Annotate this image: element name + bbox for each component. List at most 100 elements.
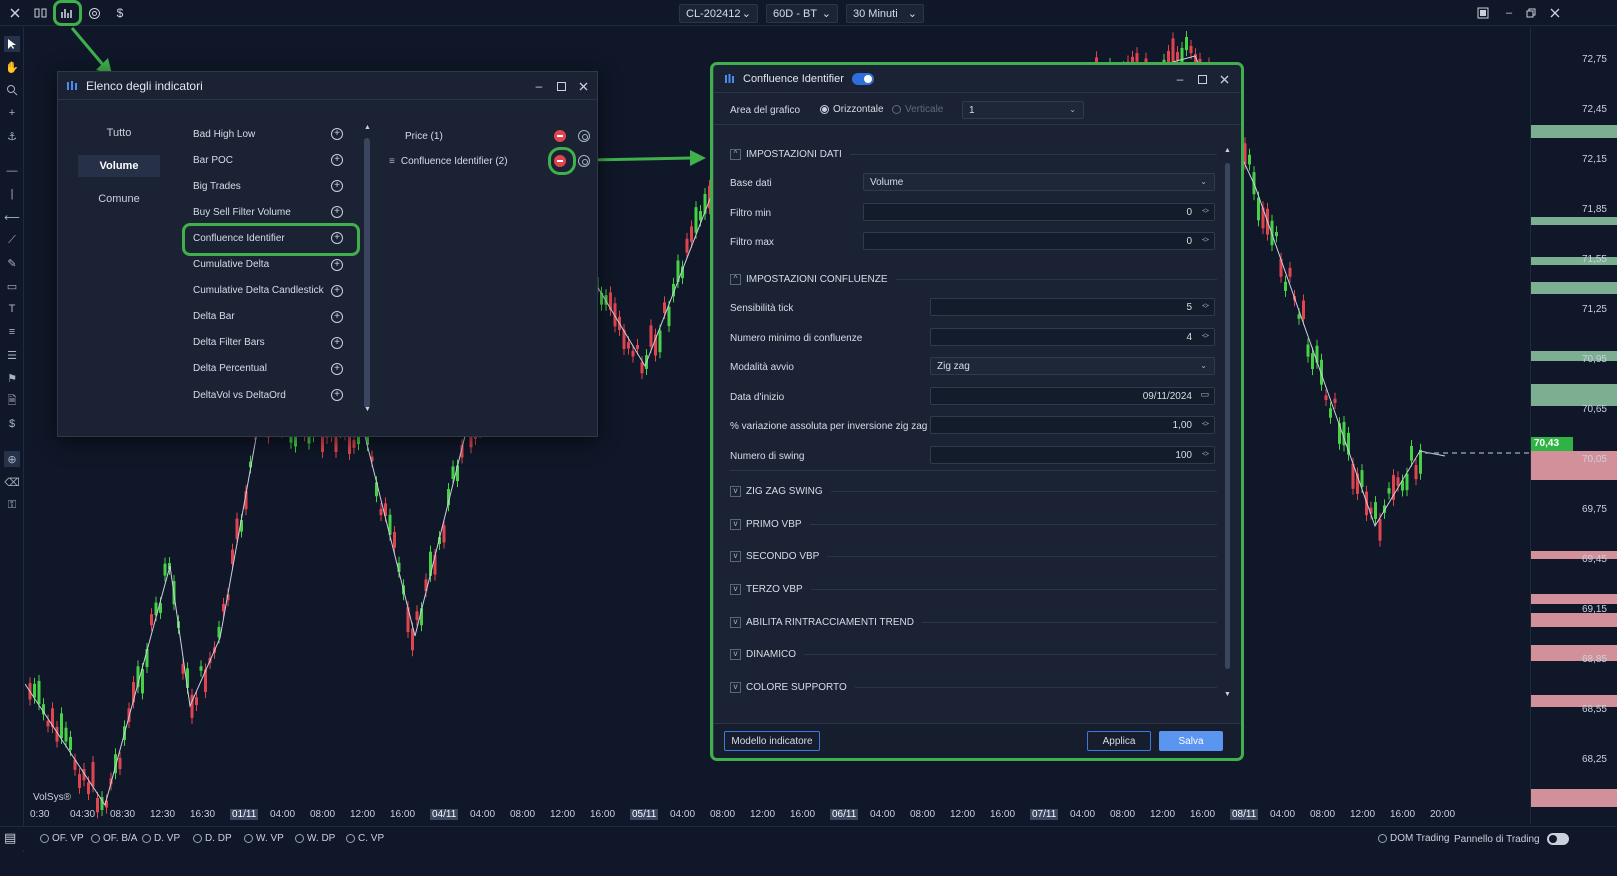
time-axis[interactable]: 0:30 04:30 08:30 12:30 16:30 01/11 04:00 08:00 1… xyxy=(25,806,1530,824)
minimize-icon[interactable]: – xyxy=(532,79,546,93)
horizontal-line-icon[interactable]: — xyxy=(4,163,20,179)
modalita-select[interactable]: Zig zag ⌄ xyxy=(930,357,1215,375)
section-impostazioni-confluenze[interactable]: ^ IMPOSTAZIONI CONFLUENZE xyxy=(730,271,1217,287)
template-button[interactable]: Modello indicatore xyxy=(724,731,820,751)
minimize-icon[interactable]: – xyxy=(1173,72,1187,86)
confluence-titlebar[interactable]: Confluence Identifier – xyxy=(714,65,1241,93)
range-select[interactable]: 60D - BT ⌄ xyxy=(766,4,838,23)
scroll-up-icon[interactable]: ▲ xyxy=(1224,147,1231,154)
layout-icon[interactable] xyxy=(31,3,51,23)
close-icon[interactable] xyxy=(5,3,25,23)
indicator-list-item[interactable]: Cumulative Delta Candlestick + xyxy=(185,280,351,302)
vertical-line-icon[interactable]: | xyxy=(4,186,20,202)
cursor-icon[interactable] xyxy=(4,36,20,52)
numero-swing-input[interactable]: 100 ︿ ﹀ xyxy=(930,446,1215,464)
filtro-max-input[interactable]: 0 ︿ ﹀ xyxy=(863,232,1215,250)
indicator-list-item[interactable]: Bad High Low + xyxy=(185,123,351,145)
rectangle-icon[interactable]: ▭ xyxy=(4,278,20,294)
anchor-icon[interactable]: ⚓ xyxy=(4,128,20,144)
price-scale[interactable]: 72,75 72,45 72,15 71,85 71,55 71,25 70,95 70,65… xyxy=(1530,27,1617,824)
add-circle-icon[interactable]: + xyxy=(331,128,343,140)
sensibilita-input[interactable]: 5 ︿ ﹀ xyxy=(930,298,1215,316)
add-circle-icon[interactable]: + xyxy=(331,180,343,193)
spinner-icon[interactable]: ︿ ﹀ xyxy=(1202,300,1209,313)
indicator-list-item[interactable]: Delta Bar + xyxy=(185,306,351,328)
add-circle-icon[interactable]: + xyxy=(331,362,343,375)
indicator-list-item[interactable]: Cumulative Delta + xyxy=(185,254,351,276)
scroll-down-icon[interactable]: ▼ xyxy=(1224,691,1231,698)
indicators-window-titlebar[interactable]: Elenco degli indicatori – xyxy=(58,72,597,100)
chart-area-select[interactable]: 1 ⌄ xyxy=(962,101,1084,119)
eraser-icon[interactable]: ⌫ xyxy=(4,474,20,490)
variazione-input[interactable]: 1,00 ︿ ﹀ xyxy=(930,416,1215,434)
trading-panel-toggle[interactable]: Pannello di Trading xyxy=(1454,833,1569,845)
pencil-icon[interactable]: ✎ xyxy=(4,255,20,271)
restore-icon[interactable] xyxy=(1521,3,1541,23)
profile-toggle[interactable]: D. DP xyxy=(193,833,232,844)
apply-button[interactable]: Applica xyxy=(1087,731,1151,751)
gear-icon[interactable] xyxy=(578,130,590,142)
spinner-icon[interactable]: ︿ ﹀ xyxy=(1202,418,1209,431)
spinner-icon[interactable]: ︿ ﹀ xyxy=(1202,448,1209,461)
add-circle-icon[interactable]: + xyxy=(331,284,343,297)
numero-min-input[interactable]: 4 ︿ ﹀ xyxy=(930,328,1215,346)
scroll-thumb[interactable] xyxy=(1225,163,1230,669)
maximize-icon[interactable] xyxy=(1195,72,1209,86)
calendar-icon[interactable]: ▭ xyxy=(1200,390,1209,399)
zoom-icon[interactable] xyxy=(4,82,20,98)
dom-trading-toggle[interactable]: DOM Trading xyxy=(1378,833,1449,844)
close-app-icon[interactable] xyxy=(1545,3,1565,23)
ray-icon[interactable]: ⟵ xyxy=(4,209,20,225)
add-circle-icon[interactable]: + xyxy=(331,310,343,323)
indicator-list-item[interactable]: DeltaVol vs DeltaOrd + xyxy=(185,384,351,406)
section-colore-supporto[interactable]: v COLORE SUPPORTO xyxy=(730,679,1217,695)
settings-scrollbar[interactable]: ▲ ▼ xyxy=(1223,147,1233,703)
indicator-list-item[interactable]: Bar POC + xyxy=(185,149,351,171)
filtro-min-input[interactable]: 0 ︿ ﹀ xyxy=(863,203,1215,221)
gear-icon[interactable] xyxy=(578,155,590,167)
close-icon[interactable] xyxy=(576,79,590,93)
section-zig-zag-swing[interactable]: v ZIG ZAG SWING xyxy=(730,483,1217,499)
indicator-list-scrollbar[interactable]: ▲ ▼ xyxy=(362,124,372,416)
add-circle-icon[interactable]: + xyxy=(331,154,343,167)
section-terzo-vbp[interactable]: v TERZO VBP xyxy=(730,581,1217,597)
spinner-icon[interactable]: ︿ ﹀ xyxy=(1202,205,1209,218)
category-comune[interactable]: Comune xyxy=(78,188,160,210)
add-circle-icon[interactable]: + xyxy=(331,258,343,271)
symbol-select[interactable]: CL-202412 ⌄ xyxy=(679,4,758,23)
section-rintracciamenti[interactable]: v ABILITA RINTRACCIAMENTI TREND xyxy=(730,614,1217,630)
indicator-enable-toggle[interactable] xyxy=(851,72,874,85)
indicator-list-item[interactable]: Delta Filter Bars + xyxy=(185,332,351,354)
spinner-icon[interactable]: ︿ ﹀ xyxy=(1202,330,1209,343)
list-icon[interactable]: ☰ xyxy=(4,347,20,363)
drag-handle-icon[interactable]: ≡ xyxy=(389,156,395,167)
add-circle-icon[interactable]: + xyxy=(331,206,343,219)
minimize-icon[interactable]: – xyxy=(1499,3,1519,23)
category-volume[interactable]: Volume xyxy=(78,155,160,177)
section-secondo-vbp[interactable]: v SECONDO VBP xyxy=(730,548,1217,564)
add-circle-icon[interactable]: + xyxy=(331,389,343,401)
close-icon[interactable] xyxy=(1217,72,1231,86)
save-button[interactable]: Salva xyxy=(1159,731,1223,751)
settings-icon[interactable] xyxy=(84,3,104,23)
dollar-search-icon[interactable]: $ xyxy=(4,416,20,432)
scroll-thumb[interactable] xyxy=(364,138,370,408)
profile-toggle[interactable]: W. DP xyxy=(295,833,335,844)
orientation-horizontal-radio[interactable]: Orizzontale xyxy=(820,104,884,115)
hand-icon[interactable]: ✋ xyxy=(4,59,20,75)
crosshair-icon[interactable]: + xyxy=(4,105,20,121)
data-inizio-input[interactable]: 09/11/2024 ▭ xyxy=(930,387,1215,405)
indicator-list-item[interactable]: Big Trades + xyxy=(185,175,351,197)
section-primo-vbp[interactable]: v PRIMO VBP xyxy=(730,516,1217,532)
document-icon[interactable]: 🗎 xyxy=(4,393,20,409)
scroll-down-icon[interactable]: ▼ xyxy=(364,406,371,413)
profile-toggle[interactable]: W. VP xyxy=(244,833,284,844)
remove-icon[interactable] xyxy=(554,130,566,142)
fibonacci-icon[interactable]: ≡ xyxy=(4,324,20,340)
trendline-icon[interactable]: ⟋ xyxy=(4,232,20,248)
panel-toggle-icon[interactable]: ▤ xyxy=(4,830,20,846)
profile-toggle[interactable]: OF. B/A xyxy=(91,833,137,844)
text-icon[interactable]: T xyxy=(4,301,20,317)
base-dati-select[interactable]: Volume ⌄ xyxy=(863,173,1215,191)
flag-icon[interactable]: ⚑ xyxy=(4,370,20,386)
